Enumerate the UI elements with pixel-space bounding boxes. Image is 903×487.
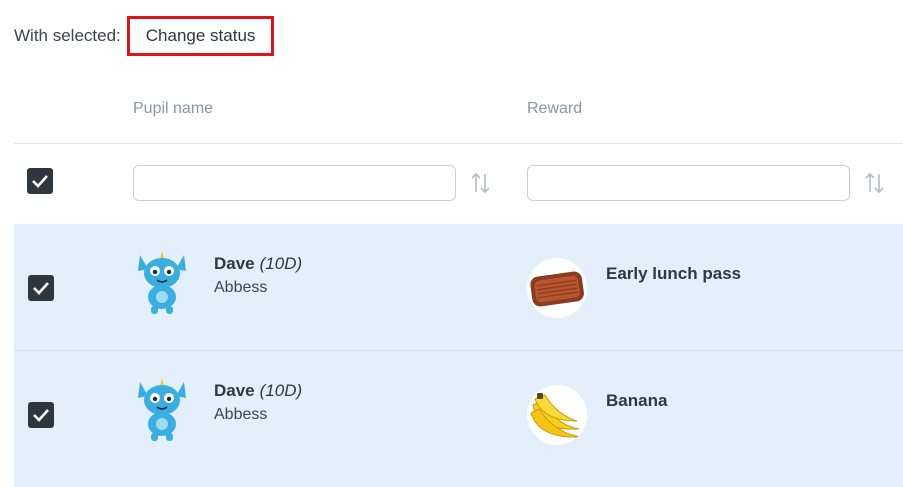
checkmark-icon xyxy=(33,282,49,295)
pupil-name: Dave (10D) xyxy=(214,254,302,274)
reward-filter-input[interactable] xyxy=(527,165,850,201)
column-header-pupil-name[interactable]: Pupil name xyxy=(133,100,213,118)
pupil-class: (10D) xyxy=(259,381,303,400)
with-selected-label: With selected: xyxy=(14,26,121,45)
monster-avatar-icon xyxy=(138,251,186,314)
change-status-button[interactable]: Change status xyxy=(126,16,275,56)
select-all-checkbox[interactable] xyxy=(27,168,53,194)
monster-avatar-icon xyxy=(138,378,186,441)
pupil-name-filter-input[interactable] xyxy=(133,165,456,201)
sort-pupil-icon[interactable] xyxy=(470,168,492,198)
pupil-surname: Abbess xyxy=(214,406,268,423)
lunch-tray-icon xyxy=(527,258,587,318)
pupil-class: (10D) xyxy=(259,254,303,273)
pupil-surname: Abbess xyxy=(214,279,268,296)
banana-icon xyxy=(527,385,587,445)
row-checkbox[interactable] xyxy=(28,275,54,301)
pupil-first-name: Dave xyxy=(214,254,255,273)
reward-name: Banana xyxy=(606,391,668,410)
header-divider xyxy=(14,143,903,144)
checkmark-icon xyxy=(32,175,48,188)
sort-reward-icon[interactable] xyxy=(864,168,886,198)
pupil-name: Dave (10D) xyxy=(214,381,302,401)
bulk-action-bar: With selected: Change status xyxy=(14,14,275,58)
pupil-first-name: Dave xyxy=(214,381,255,400)
column-header-reward[interactable]: Reward xyxy=(527,100,582,118)
checkmark-icon xyxy=(33,409,49,422)
reward-name: Early lunch pass xyxy=(606,264,742,283)
row-checkbox[interactable] xyxy=(28,402,54,428)
